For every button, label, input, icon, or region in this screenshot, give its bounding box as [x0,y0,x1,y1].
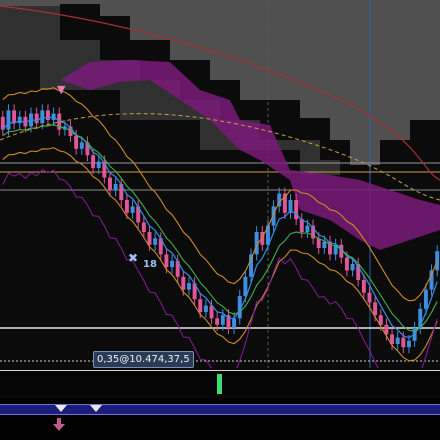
chart-window: ✖ 18 ▼ 0,35@10.474,37,5 [0,0,440,440]
candle [96,161,101,168]
arrow-down-icon: ▼ [57,83,66,96]
candle [322,241,327,248]
candle [187,283,191,290]
candle [147,232,152,245]
candle [249,254,253,277]
candle [220,315,225,325]
candle [170,260,175,268]
signal-marker-down [90,405,102,412]
candle [34,113,39,124]
volume-pane [0,370,440,395]
candle [153,238,158,245]
candle [203,305,208,312]
candle [243,276,248,296]
candle [407,340,411,348]
candle [164,254,169,268]
arrow-down-icon [53,418,65,431]
candle [232,318,237,328]
candle [130,206,135,213]
volume-bar [217,374,222,394]
candle [108,177,112,191]
price-chart[interactable]: ✖ 18 ▼ [0,0,440,368]
candle [17,116,22,124]
signal-count-label: 18 [143,259,157,270]
candle [350,264,355,271]
candle [6,110,11,130]
candle [344,257,349,271]
candle [423,289,428,309]
signal-marker-down [55,405,67,412]
candle [395,337,400,344]
candle [91,155,96,168]
candle [435,251,440,271]
candle [124,200,129,213]
candle [12,110,17,124]
candle [367,292,372,303]
candle [181,276,186,290]
candle [74,136,79,149]
candle [401,337,406,348]
candle [198,299,203,312]
candle [215,318,220,325]
candle [294,200,299,220]
candle [373,302,378,316]
candle [271,206,276,226]
candle [305,225,310,232]
signal-x-icon: ✖ [128,251,138,265]
candle [361,280,366,293]
candle [113,184,118,191]
cursor-readout: 0,35@10.474,37,5 [93,351,194,368]
candle [141,222,146,232]
candle [79,142,84,149]
signal-pane [0,398,440,440]
